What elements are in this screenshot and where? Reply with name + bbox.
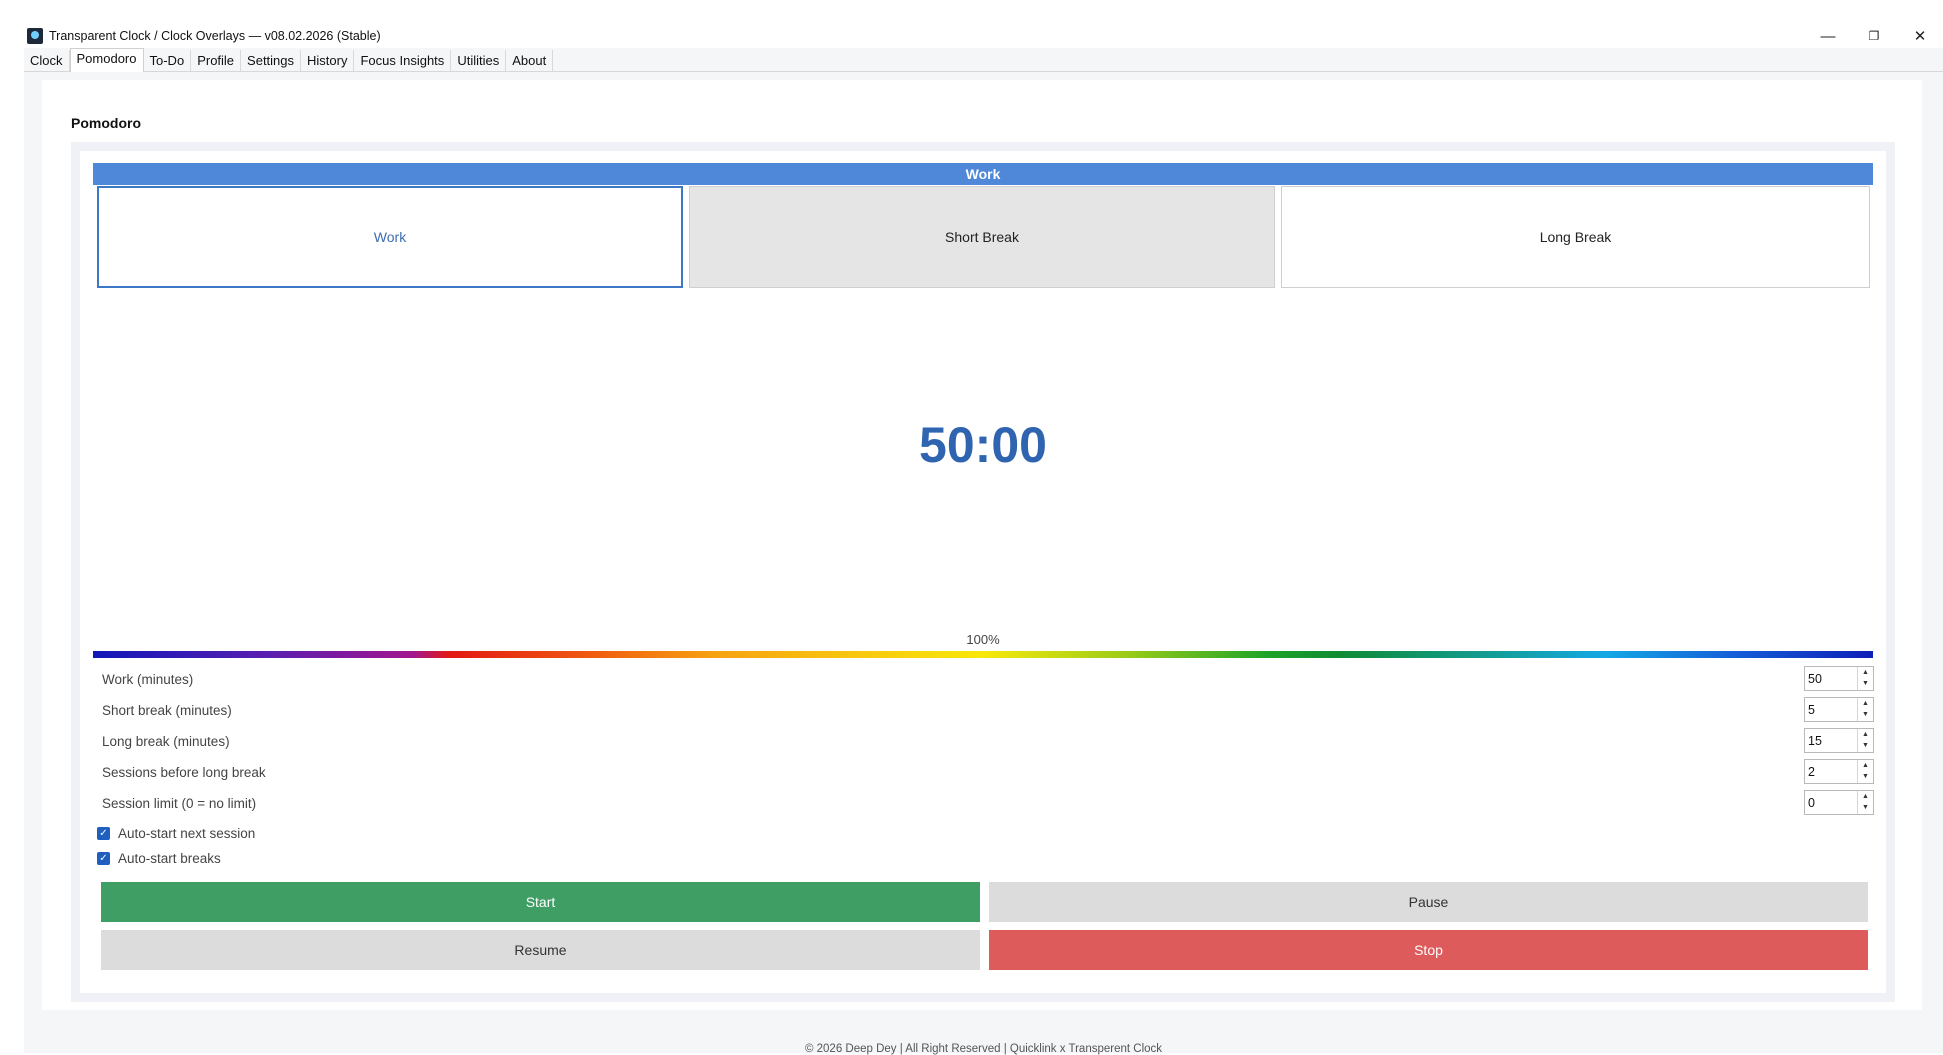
page-title: Pomodoro bbox=[71, 115, 141, 131]
spin-up-icon[interactable]: ▲ bbox=[1858, 760, 1873, 771]
spin-up-icon[interactable]: ▲ bbox=[1858, 667, 1873, 678]
pomodoro-panel-frame: Work Work Short Break Long Break 50:00 1… bbox=[71, 142, 1895, 1002]
app-window: Transparent Clock / Clock Overlays — v08… bbox=[24, 24, 1943, 1055]
setting-label: Session limit (0 = no limit) bbox=[102, 796, 257, 811]
tab-history[interactable]: History bbox=[301, 50, 355, 71]
spin-down-icon[interactable]: ▼ bbox=[1858, 802, 1873, 813]
spin-down-icon[interactable]: ▼ bbox=[1858, 771, 1873, 782]
spinbox-arrows[interactable]: ▲ ▼ bbox=[1857, 760, 1873, 783]
app-clock-icon bbox=[27, 28, 43, 44]
tab-bar: Clock Pomodoro To-Do Profile Settings Hi… bbox=[24, 48, 1943, 72]
start-button[interactable]: Start bbox=[101, 882, 980, 922]
tab-utilities[interactable]: Utilities bbox=[451, 50, 507, 71]
tab-focus-insights[interactable]: Focus Insights bbox=[354, 50, 452, 71]
spinbox-value[interactable]: 2 bbox=[1808, 765, 1815, 779]
spinbox-arrows[interactable]: ▲ ▼ bbox=[1857, 729, 1873, 752]
setting-row-sessions-before-long-break: Sessions before long break 2 ▲ ▼ bbox=[102, 756, 1874, 787]
spin-down-icon[interactable]: ▼ bbox=[1858, 709, 1873, 720]
close-icon: ✕ bbox=[1913, 28, 1927, 45]
resume-button[interactable]: Resume bbox=[101, 930, 980, 970]
tab-settings[interactable]: Settings bbox=[241, 50, 302, 71]
work-mode-button[interactable]: Work bbox=[97, 186, 683, 288]
pomodoro-page: Pomodoro Work Work Short Break Long Brea… bbox=[42, 80, 1922, 1010]
checkbox-label: Auto-start next session bbox=[118, 826, 256, 841]
pomodoro-settings: Work (minutes) 50 ▲ ▼ Short break (minut… bbox=[102, 663, 1874, 818]
setting-label: Short break (minutes) bbox=[102, 703, 232, 718]
auto-start-options: ✓ Auto-start next session ✓ Auto-start b… bbox=[97, 821, 255, 871]
setting-row-short-break: Short break (minutes) 5 ▲ ▼ bbox=[102, 694, 1874, 725]
spinbox-arrows[interactable]: ▲ ▼ bbox=[1857, 698, 1873, 721]
setting-label: Sessions before long break bbox=[102, 765, 266, 780]
session-limit-spinbox[interactable]: 0 ▲ ▼ bbox=[1804, 790, 1874, 815]
short-break-spinbox[interactable]: 5 ▲ ▼ bbox=[1804, 697, 1874, 722]
spin-up-icon[interactable]: ▲ bbox=[1858, 698, 1873, 709]
spin-up-icon[interactable]: ▲ bbox=[1858, 729, 1873, 740]
title-bar[interactable]: Transparent Clock / Clock Overlays — v08… bbox=[24, 24, 1943, 48]
work-minutes-spinbox[interactable]: 50 ▲ ▼ bbox=[1804, 666, 1874, 691]
pause-button[interactable]: Pause bbox=[989, 882, 1868, 922]
setting-row-session-limit: Session limit (0 = no limit) 0 ▲ ▼ bbox=[102, 787, 1874, 818]
short-break-mode-button[interactable]: Short Break bbox=[689, 186, 1275, 288]
tab-pomodoro[interactable]: Pomodoro bbox=[69, 48, 144, 72]
tab-about[interactable]: About bbox=[506, 50, 554, 71]
spin-up-icon[interactable]: ▲ bbox=[1858, 791, 1873, 802]
spinbox-arrows[interactable]: ▲ ▼ bbox=[1857, 667, 1873, 690]
progress-bar-fill bbox=[93, 651, 1873, 658]
spin-down-icon[interactable]: ▼ bbox=[1858, 740, 1873, 751]
spinbox-value[interactable]: 15 bbox=[1808, 734, 1822, 748]
spinbox-value[interactable]: 50 bbox=[1808, 672, 1822, 686]
progress-bar bbox=[93, 651, 1873, 658]
minimize-icon: — bbox=[1820, 27, 1836, 45]
tab-profile[interactable]: Profile bbox=[191, 50, 242, 71]
tab-to-do[interactable]: To-Do bbox=[144, 50, 192, 71]
checkbox-checked-icon[interactable]: ✓ bbox=[97, 852, 110, 865]
tab-clock[interactable]: Clock bbox=[24, 50, 70, 71]
setting-row-work-minutes: Work (minutes) 50 ▲ ▼ bbox=[102, 663, 1874, 694]
checkbox-checked-icon[interactable]: ✓ bbox=[97, 827, 110, 840]
timer-display: 50:00 bbox=[919, 417, 1047, 473]
progress-percent-label: 100% bbox=[966, 632, 1000, 647]
minimize-button[interactable]: — bbox=[1805, 24, 1851, 48]
setting-label: Long break (minutes) bbox=[102, 734, 230, 749]
close-button[interactable]: ✕ bbox=[1897, 24, 1943, 48]
spinbox-value[interactable]: 0 bbox=[1808, 796, 1815, 810]
pomodoro-panel: Work Work Short Break Long Break 50:00 1… bbox=[80, 151, 1886, 993]
setting-label: Work (minutes) bbox=[102, 672, 194, 687]
window-controls: — ❐ ✕ bbox=[1805, 24, 1943, 48]
spinbox-value[interactable]: 5 bbox=[1808, 703, 1815, 717]
restore-button[interactable]: ❐ bbox=[1851, 24, 1897, 48]
spin-down-icon[interactable]: ▼ bbox=[1858, 678, 1873, 689]
footer-copyright: © 2026 Deep Dey | All Right Reserved | Q… bbox=[804, 1043, 1163, 1055]
long-break-mode-button[interactable]: Long Break bbox=[1281, 186, 1870, 288]
checkbox-label: Auto-start breaks bbox=[118, 851, 221, 866]
sessions-before-long-break-spinbox[interactable]: 2 ▲ ▼ bbox=[1804, 759, 1874, 784]
window-title: Transparent Clock / Clock Overlays — v08… bbox=[49, 29, 381, 43]
restore-icon: ❐ bbox=[1868, 29, 1880, 43]
auto-start-breaks-option[interactable]: ✓ Auto-start breaks bbox=[97, 846, 255, 871]
setting-row-long-break: Long break (minutes) 15 ▲ ▼ bbox=[102, 725, 1874, 756]
stop-button[interactable]: Stop bbox=[989, 930, 1868, 970]
auto-start-next-session-option[interactable]: ✓ Auto-start next session bbox=[97, 821, 255, 846]
current-mode-header: Work bbox=[93, 163, 1873, 185]
spinbox-arrows[interactable]: ▲ ▼ bbox=[1857, 791, 1873, 814]
long-break-spinbox[interactable]: 15 ▲ ▼ bbox=[1804, 728, 1874, 753]
